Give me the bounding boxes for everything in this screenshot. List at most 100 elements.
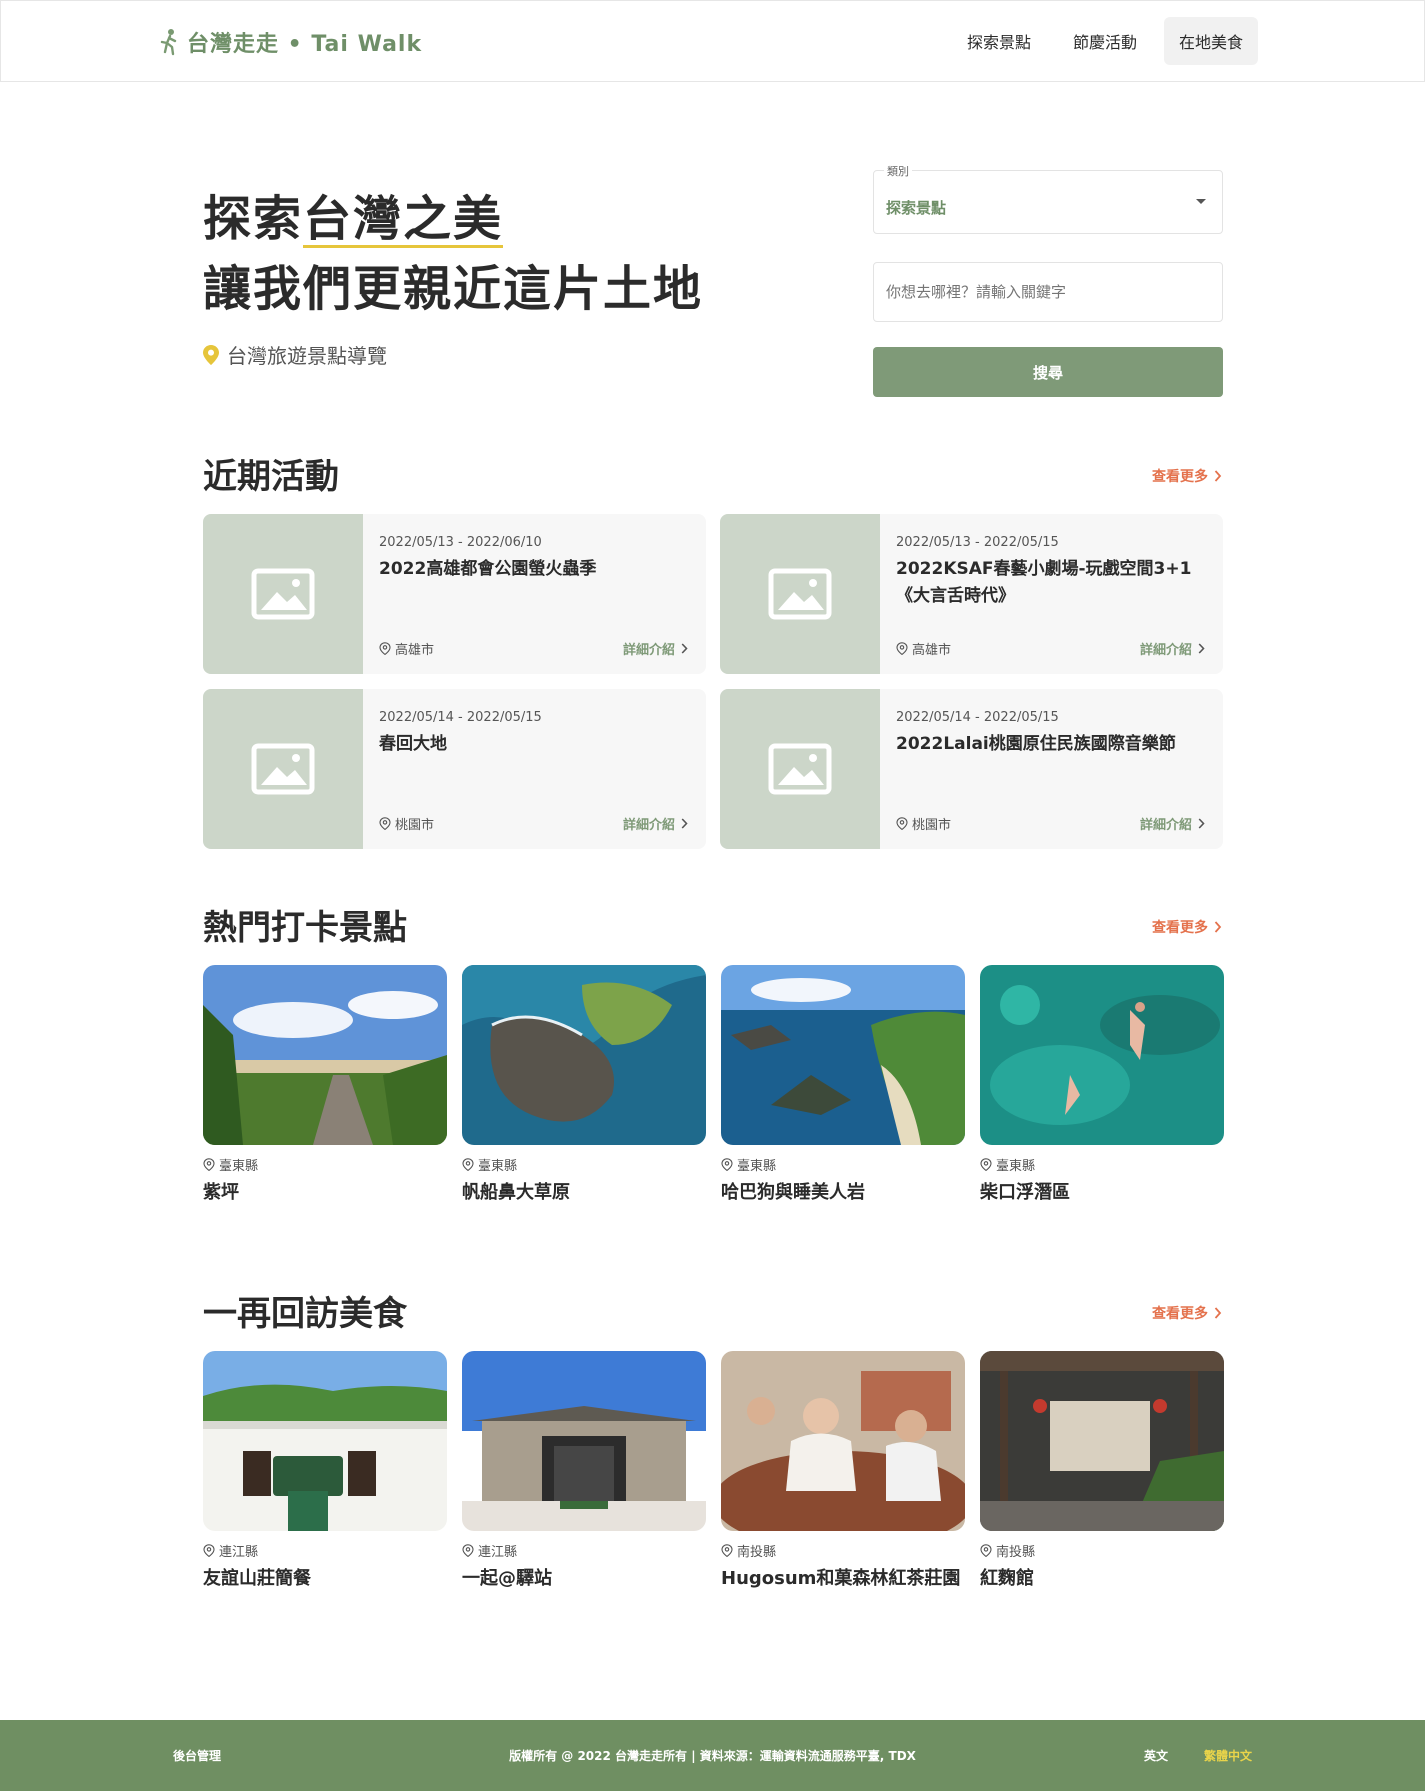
- food-card[interactable]: 南投縣 Hugosum和菓森林紅茶莊園: [721, 1351, 965, 1590]
- event-city: 桃園市: [912, 818, 952, 833]
- event-city: 高雄市: [912, 643, 952, 658]
- card-name: 一起@驛站: [462, 1568, 552, 1589]
- food-grid: 連江縣 友誼山莊簡餐 連江縣 一起@驛站 南投縣 Hugosum和菓森林紅茶莊園 南投縣 紅麴…: [203, 1351, 1224, 1590]
- card-location: 連江縣: [203, 1541, 447, 1560]
- image-placeholder-icon: [251, 743, 315, 795]
- event-body: 2022/05/13 - 2022/05/15 2022KSAF春藝小劇場-玩戲空…: [880, 514, 1223, 674]
- event-card[interactable]: 2022/05/14 - 2022/05/15 春回大地 桃園市 詳細介紹: [203, 689, 706, 849]
- hero-title-prefix: 探索: [203, 191, 304, 247]
- event-location: 桃園市: [896, 814, 951, 833]
- event-detail-link[interactable]: 詳細介紹: [1140, 639, 1205, 658]
- event-date: 2022/05/14 - 2022/05/15: [896, 710, 1059, 725]
- search-button[interactable]: 搜尋: [873, 347, 1223, 397]
- spot-card[interactable]: 臺東縣 哈巴狗與睡美人岩: [721, 965, 965, 1204]
- chevron-right-icon: [681, 818, 688, 829]
- card-name: 紅麴館: [980, 1568, 1034, 1589]
- spots-more-link[interactable]: 查看更多: [1152, 917, 1222, 937]
- photo: [462, 1351, 706, 1531]
- lang-english-link[interactable]: 英文: [1144, 1747, 1168, 1764]
- image-placeholder-icon: [768, 743, 832, 795]
- chevron-right-icon: [1214, 1307, 1222, 1319]
- category-label: 類別: [884, 163, 912, 179]
- card-location: 臺東縣: [462, 1155, 706, 1174]
- event-image: [203, 514, 363, 674]
- spot-card[interactable]: 臺東縣 柴口浮潛區: [980, 965, 1224, 1204]
- chevron-right-icon: [681, 643, 688, 654]
- card-county: 臺東縣: [996, 1159, 1036, 1174]
- chevron-right-icon: [1198, 818, 1205, 829]
- nav-explore-spots[interactable]: 探索景點: [952, 17, 1046, 65]
- event-name: 2022高雄都會公園螢火蟲季: [379, 559, 597, 579]
- events-more-label: 查看更多: [1152, 469, 1208, 485]
- event-body: 2022/05/13 - 2022/06/10 2022高雄都會公園螢火蟲季高雄市…: [363, 514, 706, 674]
- event-detail-link[interactable]: 詳細介紹: [623, 639, 688, 658]
- card-county: 臺東縣: [219, 1159, 259, 1174]
- card-location: 臺東縣: [980, 1155, 1224, 1174]
- food-more-label: 查看更多: [1152, 1306, 1208, 1322]
- chevron-right-icon: [1198, 643, 1205, 654]
- hero-subtitle-text: 台灣旅遊景點導覽: [227, 344, 387, 368]
- page: 台灣走走 • Tai Walk 探索景點 節慶活動 在地美食 探索台灣之美 讓我…: [0, 0, 1425, 1791]
- event-card[interactable]: 2022/05/13 - 2022/05/15 2022KSAF春藝小劇場-玩戲空…: [720, 514, 1223, 674]
- logo[interactable]: 台灣走走 • Tai Walk: [159, 25, 422, 59]
- spots-grid: 臺東縣 紫坪 臺東縣 帆船鼻大草原 臺東縣 哈巴狗與睡美人岩 臺東縣 柴口浮潛區: [203, 965, 1224, 1204]
- event-card[interactable]: 2022/05/14 - 2022/05/15 2022Lalai桃園原住民族國際…: [720, 689, 1223, 849]
- event-detail-label: 詳細介紹: [622, 818, 675, 833]
- card-location: 南投縣: [721, 1541, 965, 1560]
- chevron-right-icon: [1214, 470, 1222, 482]
- card-name: 紫坪: [203, 1182, 239, 1203]
- event-location: 高雄市: [379, 639, 434, 658]
- location-pin-icon: [379, 642, 391, 655]
- hero-title-highlight: 台灣之美: [303, 184, 504, 254]
- spot-card[interactable]: 臺東縣 帆船鼻大草原: [462, 965, 706, 1204]
- event-image: [720, 689, 880, 849]
- location-pin-icon: [203, 1544, 215, 1557]
- card-name: Hugosum和菓森林紅茶莊園: [721, 1568, 961, 1589]
- location-pin-icon: [721, 1544, 733, 1557]
- event-detail-label: 詳細介紹: [622, 643, 675, 658]
- events-section-title: 近期活動: [203, 457, 339, 497]
- events-more-link[interactable]: 查看更多: [1152, 466, 1222, 486]
- card-location: 連江縣: [462, 1541, 706, 1560]
- event-city: 高雄市: [395, 643, 435, 658]
- photo: [203, 965, 447, 1145]
- image-placeholder-icon: [768, 568, 832, 620]
- card-location: 南投縣: [980, 1541, 1224, 1560]
- event-date: 2022/05/13 - 2022/06/10: [379, 535, 542, 550]
- food-more-link[interactable]: 查看更多: [1152, 1303, 1222, 1323]
- search-form: 類別 探索景點 搜尋: [873, 163, 1223, 397]
- photo: [721, 1351, 965, 1531]
- spots-section-title: 熱門打卡景點: [203, 908, 407, 948]
- food-card[interactable]: 連江縣一起@驛站: [462, 1351, 706, 1590]
- main-nav: 探索景點 節慶活動 在地美食: [952, 17, 1258, 65]
- nav-festival-events[interactable]: 節慶活動: [1058, 17, 1152, 65]
- event-body: 2022/05/14 - 2022/05/15 2022Lalai桃園原住民族國際…: [880, 689, 1223, 849]
- photo: [721, 965, 965, 1145]
- event-detail-link[interactable]: 詳細介紹: [1140, 814, 1205, 833]
- keyword-input[interactable]: [873, 262, 1223, 322]
- event-card[interactable]: 2022/05/13 - 2022/06/10 2022高雄都會公園螢火蟲季高雄市…: [203, 514, 706, 674]
- location-pin-icon: [462, 1158, 474, 1171]
- card-county: 南投縣: [996, 1545, 1036, 1560]
- event-detail-link[interactable]: 詳細介紹: [623, 814, 688, 833]
- lang-traditional-chinese-link[interactable]: 繁體中文: [1204, 1747, 1252, 1764]
- card-county: 臺東縣: [478, 1159, 518, 1174]
- event-city: 桃園市: [395, 818, 435, 833]
- logo-text: 台灣走走 • Tai Walk: [187, 32, 423, 57]
- site-footer: 後台管理 版權所有 @ 2022 台灣走走所有 | 資料來源：運輸資料流通服務平…: [0, 1720, 1425, 1791]
- category-select[interactable]: 類別 探索景點: [873, 163, 1223, 234]
- event-image: [720, 514, 880, 674]
- card-name: 友誼山莊簡餐: [203, 1568, 311, 1589]
- nav-local-food[interactable]: 在地美食: [1163, 17, 1258, 65]
- location-pin-icon: [379, 817, 391, 830]
- food-section-title: 一再回訪美食: [203, 1294, 407, 1334]
- photo: [980, 1351, 1224, 1531]
- event-date: 2022/05/13 - 2022/05/15: [896, 535, 1059, 550]
- spot-card[interactable]: 臺東縣紫坪: [203, 965, 447, 1204]
- event-name: 2022KSAF春藝小劇場-玩戲空間3+1《大言舌時代》: [896, 559, 1192, 606]
- food-card[interactable]: 南投縣紅麴館: [980, 1351, 1224, 1590]
- event-location: 桃園市: [379, 814, 434, 833]
- food-card[interactable]: 連江縣 友誼山莊簡餐: [203, 1351, 447, 1590]
- event-body: 2022/05/14 - 2022/05/15 春回大地 桃園市 詳細介紹: [363, 689, 706, 849]
- image-placeholder-icon: [251, 568, 315, 620]
